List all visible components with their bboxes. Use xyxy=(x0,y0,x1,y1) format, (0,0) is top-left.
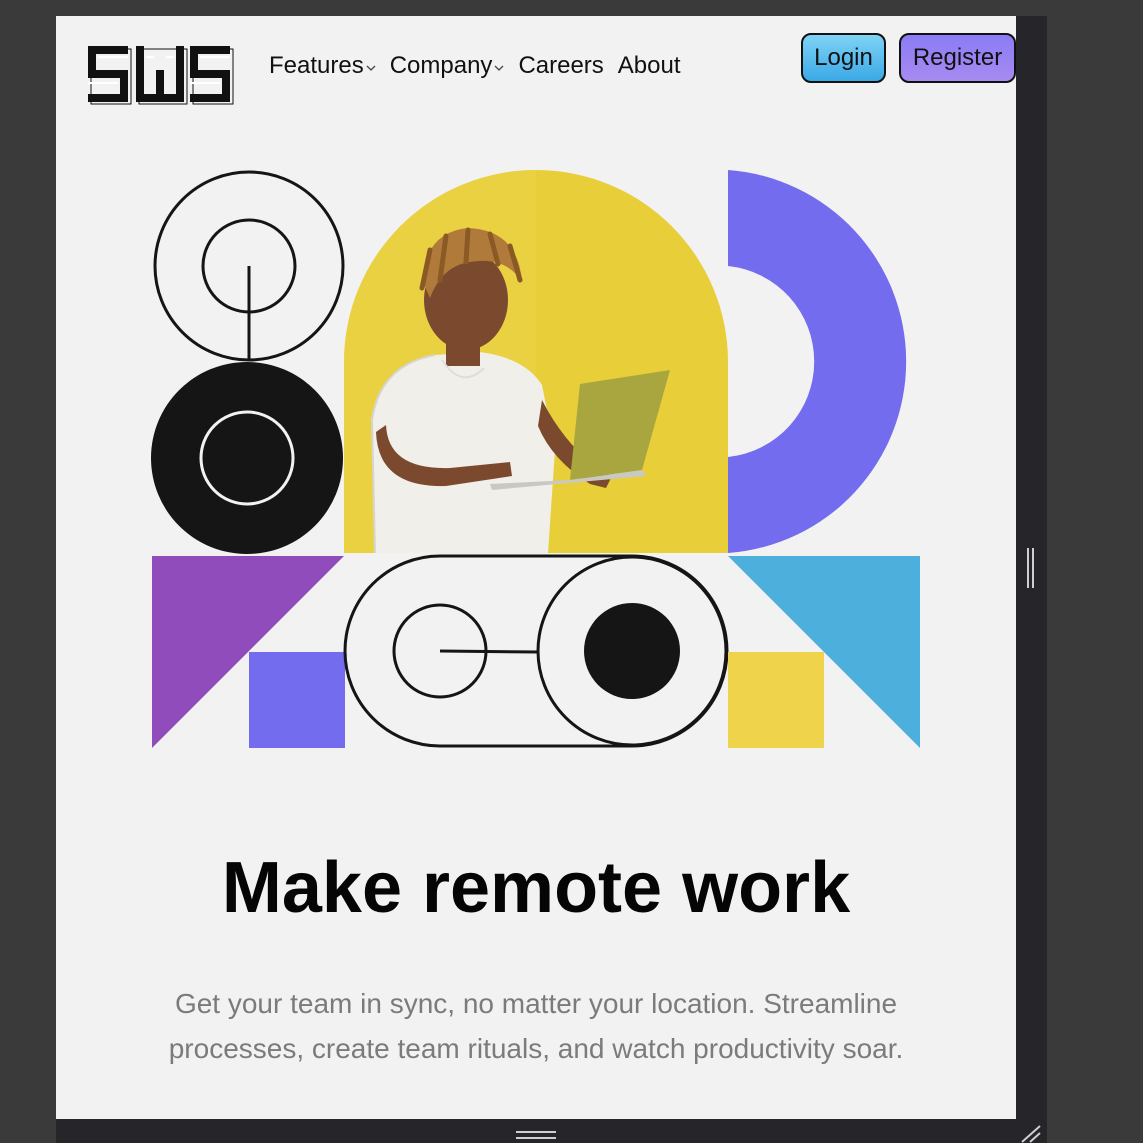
nav-item-features[interactable]: Features xyxy=(269,48,376,84)
hero-headline: Make remote work xyxy=(221,848,851,928)
corner-resize-icon[interactable] xyxy=(1018,1124,1042,1143)
nav-item-about[interactable]: About xyxy=(618,48,681,84)
hero-photo xyxy=(344,170,728,554)
page-viewport: Features Company Careers About Login Reg… xyxy=(56,16,1016,1119)
nav-item-label: Company xyxy=(389,52,493,79)
register-button[interactable]: Register xyxy=(899,33,1016,83)
nav-item-label: Careers xyxy=(518,52,604,79)
hero-illustration xyxy=(151,170,920,748)
chevron-down-icon xyxy=(366,65,376,71)
black-disc-shape xyxy=(151,362,343,554)
purple-square-shape xyxy=(249,652,345,748)
purple-half-ring-shape xyxy=(728,170,907,553)
resize-grip-icon[interactable] xyxy=(1026,548,1036,588)
nav-item-company[interactable]: Company xyxy=(390,48,505,84)
nav-item-label: Features xyxy=(269,52,364,79)
login-button[interactable]: Login xyxy=(801,33,886,83)
outlined-target-shape xyxy=(153,170,345,362)
resize-grip-icon[interactable] xyxy=(514,1128,558,1142)
sws-logo[interactable] xyxy=(86,42,234,106)
yellow-square-shape xyxy=(728,652,824,748)
chevron-down-icon xyxy=(494,65,504,71)
nav-item-label: About xyxy=(617,52,681,79)
main-nav: Features Company Careers About xyxy=(269,48,695,84)
nav-item-careers[interactable]: Careers xyxy=(518,48,603,84)
hero-subtext: Get your team in sync, no matter your lo… xyxy=(168,988,904,1064)
